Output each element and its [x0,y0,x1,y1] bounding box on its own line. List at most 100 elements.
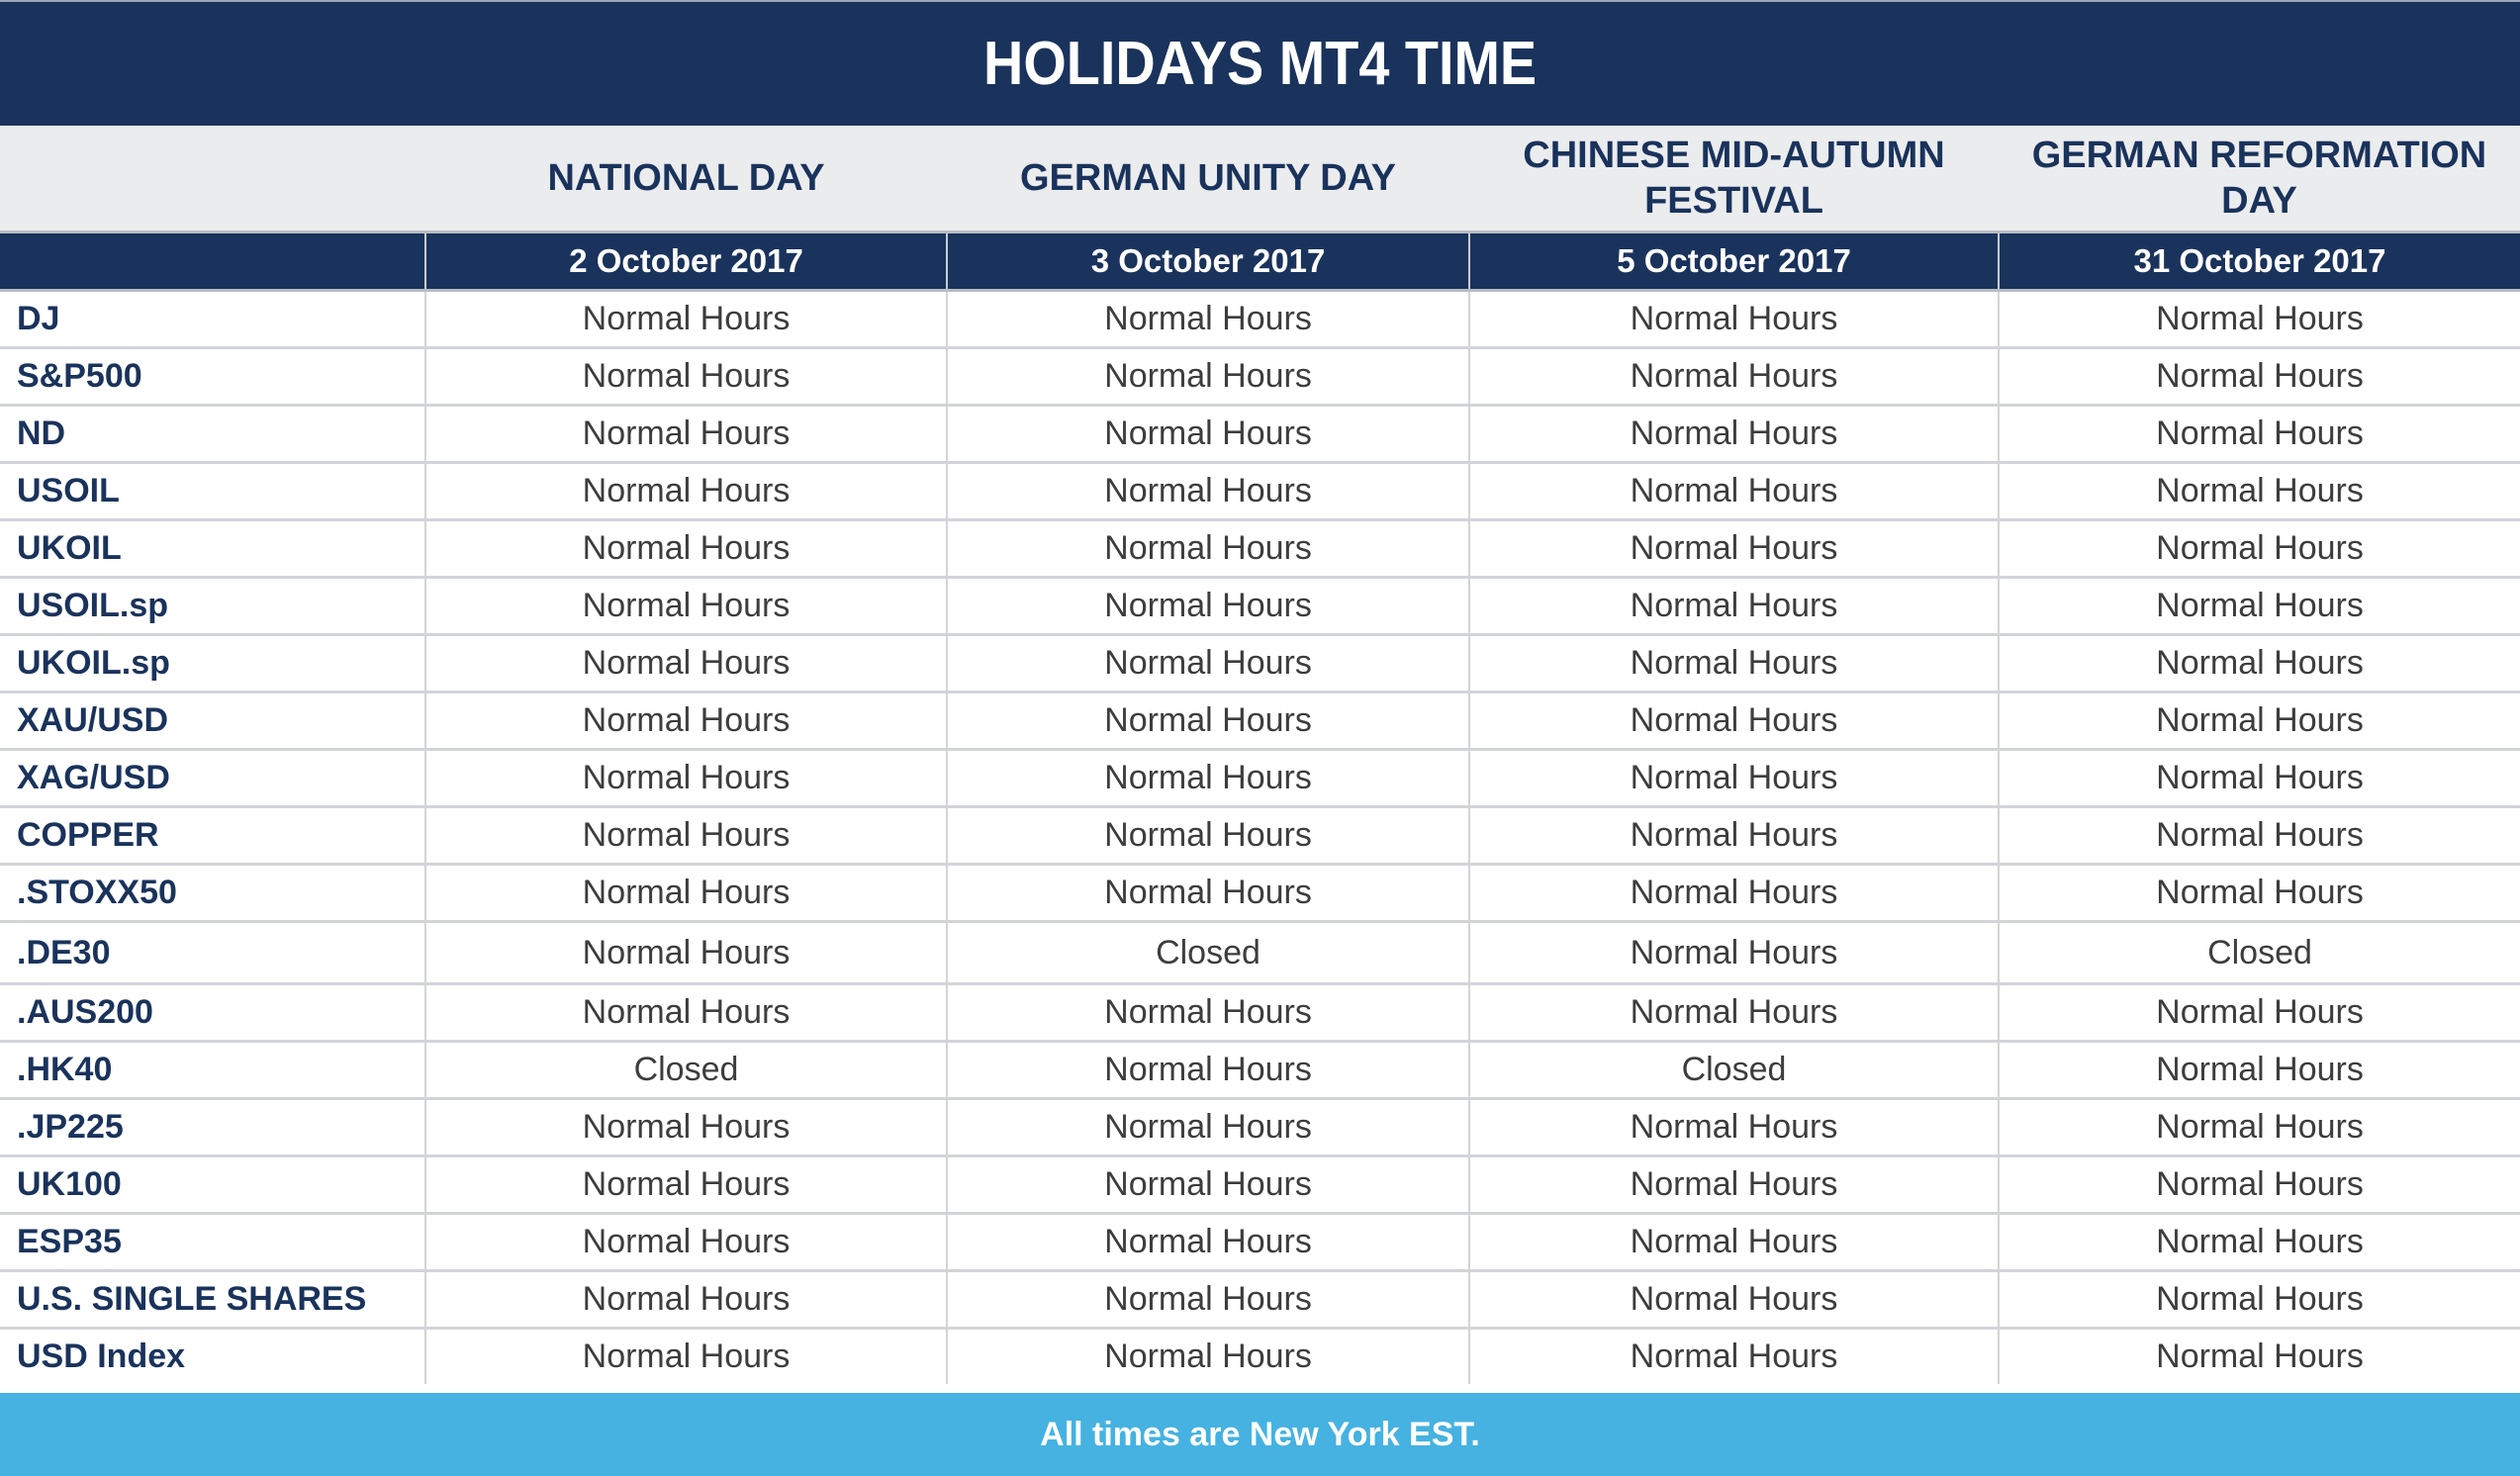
holiday-table: NATIONAL DAY GERMAN UNITY DAY CHINESE MI… [0,126,2520,1384]
table-row: COPPER Normal Hours Normal Hours Normal Hou… [0,806,2520,866]
trading-hours-cell: Normal Hours [1998,806,2520,866]
trading-hours-cell: Normal Hours [1468,462,1999,521]
trading-hours-cell: Normal Hours [1998,462,2520,521]
trading-hours-cell: Normal Hours [1998,749,2520,808]
trading-hours-cell: Normal Hours [946,1098,1469,1157]
trading-hours-cell: Closed [424,1041,947,1100]
trading-hours-cell: Normal Hours [946,519,1469,579]
table-row: .DE30 Normal Hours Closed Normal Hours Close… [0,921,2520,985]
trading-hours-cell: Closed [946,921,1469,985]
holiday-date: 31 October 2017 [1998,231,2520,292]
table-row: ND Normal Hours Normal Hours Normal Hours No… [0,405,2520,464]
trading-hours-cell: Normal Hours [946,1155,1469,1215]
table-row: UKOIL Normal Hours Normal Hours Normal Hour… [0,519,2520,579]
table-row: USD Index Normal Hours Normal Hours Normal … [0,1328,2520,1384]
holiday-date: 2 October 2017 [424,231,947,292]
trading-hours-cell: Normal Hours [946,1328,1469,1384]
table-row: ESP35 Normal Hours Normal Hours Normal Hour… [0,1213,2520,1272]
instrument-name: DJ [0,290,425,349]
instrument-name: .JP225 [0,1098,425,1157]
trading-hours-cell: Normal Hours [946,577,1469,636]
title-bar: HOLIDAYS MT4 TIME [0,0,2520,126]
holiday-schedule: HOLIDAYS MT4 TIME NATIONAL DAY GERMAN UN… [0,0,2520,1476]
trading-hours-cell: Normal Hours [1468,1155,1999,1215]
trading-hours-cell: Normal Hours [1998,1098,2520,1157]
trading-hours-cell: Normal Hours [1468,290,1999,349]
trading-hours-cell: Normal Hours [1998,634,2520,693]
trading-hours-cell: Normal Hours [424,692,947,751]
trading-hours-cell: Normal Hours [1468,806,1999,866]
trading-hours-cell: Normal Hours [946,692,1469,751]
trading-hours-cell: Normal Hours [1468,1098,1999,1157]
trading-hours-cell: Normal Hours [424,864,947,923]
trading-hours-cell: Normal Hours [946,634,1469,693]
trading-hours-cell: Normal Hours [1468,405,1999,464]
instrument-name: ESP35 [0,1213,425,1272]
trading-hours-cell: Normal Hours [946,1270,1469,1330]
instrument-name: USOIL [0,462,425,521]
table-row: USOIL Normal Hours Normal Hours Normal Hour… [0,462,2520,521]
trading-hours-cell: Normal Hours [1998,692,2520,751]
holiday-name: GERMAN REFORMATION DAY [1999,126,2520,233]
table-row: U.S. SINGLE SHARES Normal Hours Normal Hou… [0,1270,2520,1330]
trading-hours-cell: Normal Hours [1998,290,2520,349]
instrument-name: UK100 [0,1155,425,1215]
instrument-name: XAG/USD [0,749,425,808]
trading-hours-cell: Normal Hours [1998,405,2520,464]
table-row: S&P500 Normal Hours Normal Hours Normal Hou… [0,347,2520,407]
trading-hours-cell: Normal Hours [946,1213,1469,1272]
trading-hours-cell: Normal Hours [946,290,1469,349]
holiday-name: NATIONAL DAY [425,126,947,233]
table-row: USOIL.sp Normal Hours Normal Hours Normal H… [0,577,2520,636]
trading-hours-cell: Normal Hours [424,983,947,1043]
holiday-name: GERMAN UNITY DAY [947,126,1469,233]
trading-hours-cell: Normal Hours [1998,577,2520,636]
trading-hours-cell: Normal Hours [946,347,1469,407]
instrument-name: ND [0,405,425,464]
instrument-name: UKOIL [0,519,425,579]
instrument-name: XAU/USD [0,692,425,751]
footer-note-bar: All times are New York EST. [0,1393,2520,1476]
trading-hours-cell: Normal Hours [1998,864,2520,923]
trading-hours-cell: Normal Hours [424,1328,947,1384]
trading-hours-cell: Normal Hours [424,405,947,464]
table-row: UK100 Normal Hours Normal Hours Normal Hour… [0,1155,2520,1215]
trading-hours-cell: Normal Hours [946,806,1469,866]
table-row: DJ Normal Hours Normal Hours Normal Hours No… [0,290,2520,349]
trading-hours-cell: Normal Hours [1468,1270,1999,1330]
instrument-name: .DE30 [0,921,425,985]
trading-hours-cell: Normal Hours [424,519,947,579]
trading-hours-cell: Normal Hours [1468,983,1999,1043]
holiday-date: 3 October 2017 [946,231,1469,292]
trading-hours-cell: Normal Hours [424,290,947,349]
trading-hours-cell: Normal Hours [946,462,1469,521]
trading-hours-cell: Closed [1468,1041,1999,1100]
holiday-names-row: NATIONAL DAY GERMAN UNITY DAY CHINESE MI… [0,126,2520,233]
table-body: DJ Normal Hours Normal Hours Normal Hours No… [0,290,2520,1384]
holiday-date: 5 October 2017 [1468,231,1999,292]
table-row: XAU/USD Normal Hours Normal Hours Normal Ho… [0,692,2520,751]
trading-hours-cell: Normal Hours [424,749,947,808]
trading-hours-cell: Normal Hours [424,921,947,985]
trading-hours-cell: Normal Hours [1468,692,1999,751]
holiday-dates-row: 2 October 2017 3 October 2017 5 October … [0,231,2520,292]
trading-hours-cell: Normal Hours [1468,749,1999,808]
trading-hours-cell: Normal Hours [1468,347,1999,407]
trading-hours-cell: Closed [1998,921,2520,985]
trading-hours-cell: Normal Hours [1468,921,1999,985]
date-corner-cell [0,231,425,292]
holiday-name: CHINESE MID-AUTUMN FESTIVAL [1469,126,1999,233]
trading-hours-cell: Normal Hours [1468,634,1999,693]
table-row: .STOXX50 Normal Hours Normal Hours Normal H… [0,864,2520,923]
trading-hours-cell: Normal Hours [1468,1328,1999,1384]
trading-hours-cell: Normal Hours [1998,1213,2520,1272]
instrument-name: .AUS200 [0,983,425,1043]
table-row: .HK40 Closed Normal Hours Closed Normal Hour… [0,1041,2520,1100]
instrument-name: USD Index [17,1338,186,1375]
trading-hours-cell: Normal Hours [1998,1041,2520,1100]
table-row: XAG/USD Normal Hours Normal Hours Normal Ho… [0,749,2520,808]
trading-hours-cell: Normal Hours [1998,983,2520,1043]
instrument-name: USOIL.sp [0,577,425,636]
trading-hours-cell: Normal Hours [1468,577,1999,636]
trading-hours-cell: Normal Hours [1468,864,1999,923]
